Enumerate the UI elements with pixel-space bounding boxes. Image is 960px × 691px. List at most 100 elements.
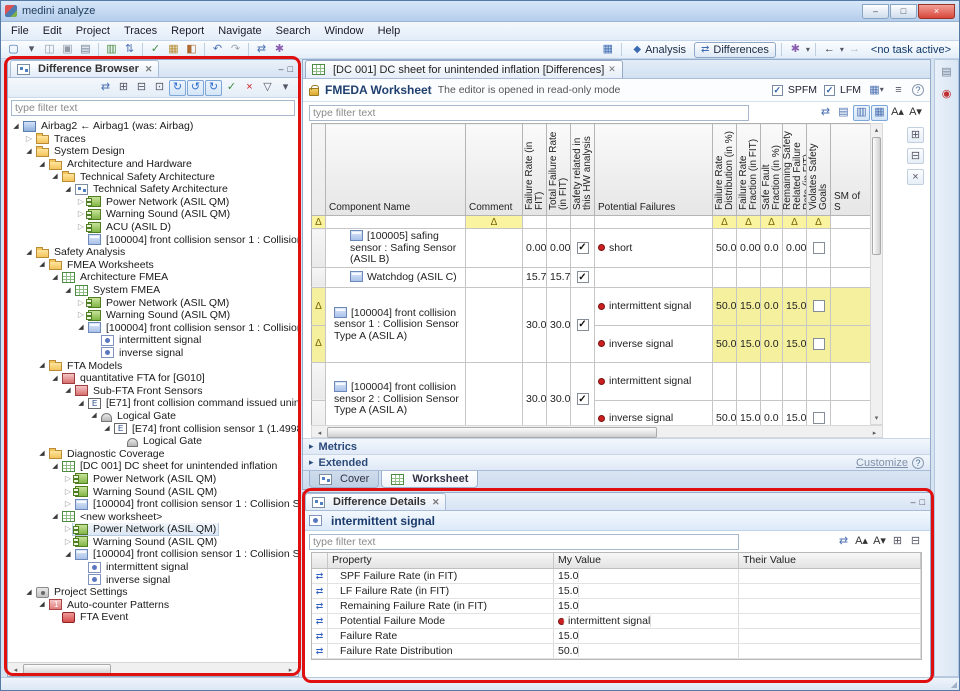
tree-item[interactable]: ◢ Architecture and Hardware — [8, 158, 298, 171]
expand-all-icon[interactable]: ⊞ — [115, 80, 132, 96]
perspective-analysis[interactable]: ◆ Analysis — [627, 43, 692, 57]
tree-expand-arrow[interactable]: ◢ — [37, 161, 47, 168]
property-row[interactable]: ⇄ Potential Failure Mode intermittent si… — [312, 614, 921, 629]
worksheet-vertical-scrollbar[interactable]: ▴ ▾ — [870, 123, 883, 425]
tree-expand-arrow[interactable]: ▷ — [76, 198, 86, 206]
open-perspective-icon[interactable]: ▦ — [599, 42, 616, 58]
font-increase-icon[interactable]: A▴ — [889, 105, 906, 121]
property-row[interactable]: ⇄ Failure Rate 15.0 — [312, 629, 921, 644]
maximize-button[interactable]: □ — [890, 4, 917, 19]
collapse-all-icon[interactable]: ⊟ — [133, 80, 150, 96]
safety-related-checkbox[interactable]: ✓ — [577, 271, 589, 283]
link-selection-icon[interactable]: ⇄ — [835, 534, 852, 550]
close-editor-icon[interactable]: ✕ — [608, 64, 616, 75]
wand-dropdown-icon[interactable]: ▾ — [806, 46, 810, 54]
violates-checkbox[interactable] — [813, 300, 825, 312]
tree-item[interactable]: inverse signal — [8, 573, 298, 586]
tree-item[interactable]: ▷ Warning Sound (ASIL QM) — [8, 309, 298, 322]
wand-icon[interactable]: ✱ — [787, 42, 804, 58]
tree-expand-arrow[interactable]: ◢ — [50, 463, 60, 470]
tree-horizontal-scrollbar[interactable]: ◂ ▸ — [8, 662, 298, 676]
col-failure-rate[interactable]: Failure Rate (in FIT) — [523, 124, 547, 216]
font-increase-icon[interactable]: A▴ — [853, 534, 870, 550]
synchronize-icon[interactable]: ⇄ — [97, 80, 114, 96]
tree-expand-arrow[interactable]: ◢ — [50, 513, 60, 520]
menu-edit[interactable]: Edit — [36, 23, 69, 39]
back-dropdown-icon[interactable]: ▾ — [840, 46, 844, 54]
scrollbar-thumb[interactable] — [872, 137, 881, 255]
tree-expand-arrow[interactable]: ◢ — [37, 601, 47, 608]
tree-item[interactable]: ◢ <new worksheet> — [8, 510, 298, 523]
tree-item[interactable]: [100004] front collision sensor 1 : Coll… — [8, 233, 298, 246]
remove-difference-icon[interactable]: × — [241, 80, 258, 96]
tree-item[interactable]: ◢ Project Settings — [8, 586, 298, 599]
tree-expand-arrow[interactable]: ▷ — [76, 299, 86, 307]
menu-project[interactable]: Project — [69, 23, 117, 39]
tree-expand-arrow[interactable]: ◢ — [76, 324, 86, 331]
tree-expand-arrow[interactable]: ◢ — [63, 287, 73, 294]
collapse-rows-icon[interactable]: ⊟ — [907, 148, 924, 164]
scroll-up-icon[interactable]: ▴ — [871, 124, 882, 136]
col-remaining-failure-rate[interactable]: Remaining Safety Related Failure Rate (i… — [783, 124, 807, 216]
restore-view-icon[interactable]: ▤ — [938, 64, 955, 80]
clear-filter-icon[interactable]: × — [907, 169, 924, 185]
report-icon[interactable]: ▥ — [103, 42, 120, 58]
tree-item[interactable]: ▷ Warning Sound (ASIL QM) — [8, 208, 298, 221]
tree-item[interactable]: ◢ Safety Analysis — [8, 246, 298, 259]
tab-difference-details[interactable]: Difference Details ✕ — [305, 493, 446, 510]
menu-search[interactable]: Search — [269, 23, 318, 39]
tree-item[interactable]: ◢ [E74] front collision sensor 1 (1.4998… — [8, 422, 298, 435]
safety-related-checkbox[interactable]: ✓ — [577, 242, 589, 254]
violates-checkbox[interactable] — [813, 412, 825, 424]
tree-expand-arrow[interactable]: ▷ — [63, 475, 73, 483]
tree-item[interactable]: ◢ Technical Safety Architecture — [8, 170, 298, 183]
tree-expand-arrow[interactable]: ◢ — [63, 551, 73, 558]
menu-file[interactable]: File — [4, 23, 36, 39]
next-difference-icon[interactable]: ↻ — [169, 80, 186, 96]
maximize-view-icon[interactable]: □ — [920, 496, 925, 508]
tree-item[interactable]: ▷ Power Network (ASIL QM) — [8, 473, 298, 486]
tree-item[interactable]: ◢ System FMEA — [8, 284, 298, 297]
menu-report[interactable]: Report — [164, 23, 211, 39]
tree-item[interactable]: ◢ [100004] front collision sensor 1 : Co… — [8, 322, 298, 335]
tree-expand-arrow[interactable]: ▷ — [63, 525, 73, 533]
property-row[interactable]: ⇄ LF Failure Rate (in FIT) 15.0 — [312, 584, 921, 599]
menu-navigate[interactable]: Navigate — [211, 23, 268, 39]
scroll-down-icon[interactable]: ▾ — [871, 412, 882, 424]
tree-expand-arrow[interactable]: ▷ — [76, 311, 86, 319]
tree-expand-arrow[interactable]: ◢ — [76, 400, 86, 407]
safety-related-checkbox[interactable]: ✓ — [577, 393, 589, 405]
font-decrease-icon[interactable]: A▾ — [907, 105, 924, 121]
table-row-safing-sensor[interactable]: [100005] safing sensor : Safing Sensor (… — [312, 229, 871, 268]
previous-difference-icon[interactable]: ↺ — [187, 80, 204, 96]
tree-item[interactable]: ▷ Power Network (ASIL QM) — [8, 523, 298, 536]
view-mode-icon[interactable]: ▦▾ — [868, 82, 885, 98]
col-total-failure-rate[interactable]: Total Failure Rate (in FIT) — [547, 124, 571, 216]
validate-icon[interactable]: ✓ — [147, 42, 164, 58]
property-row[interactable]: ⇄ Failure Rate Distribution 50.0 — [312, 644, 921, 659]
tree-expand-arrow[interactable]: ◢ — [50, 173, 60, 180]
col-potential-failures[interactable]: Potential Failures — [595, 124, 713, 216]
tree-item[interactable]: ▷ Warning Sound (ASIL QM) — [8, 485, 298, 498]
database-icon[interactable]: ◧ — [183, 42, 200, 58]
scroll-left-icon[interactable]: ◂ — [9, 664, 22, 675]
resize-grip-icon[interactable]: ◢ — [951, 680, 957, 689]
col-component-name[interactable]: Component Name — [326, 124, 466, 216]
save-icon[interactable]: ◫ — [41, 42, 58, 58]
expand-all-icon[interactable]: ⊞ — [889, 534, 906, 550]
tree-item[interactable]: ▷ Warning Sound (ASIL QM) — [8, 536, 298, 549]
tree-item[interactable]: intermittent signal — [8, 561, 298, 574]
tree-expand-arrow[interactable]: ▷ — [76, 223, 86, 231]
tree-item[interactable]: Logical Gate — [8, 435, 298, 448]
tree-item[interactable]: ▷ [100004] front collision sensor 1 : Co… — [8, 498, 298, 511]
tree-item[interactable]: inverse signal — [8, 347, 298, 360]
tree-expand-arrow[interactable]: ▷ — [63, 488, 73, 496]
filter-resolved-icon[interactable]: ✓ — [223, 80, 240, 96]
expand-section-icon[interactable]: ▸ — [309, 457, 314, 468]
tree-item[interactable]: ◢ Sub-FTA Front Sensors — [8, 384, 298, 397]
tree-expand-arrow[interactable]: ◢ — [89, 412, 99, 419]
menu-traces[interactable]: Traces — [117, 23, 164, 39]
minimize-button[interactable]: – — [862, 4, 889, 19]
merge-difference-icon[interactable]: ↻ — [205, 80, 222, 96]
active-task-label[interactable]: <no task active> — [871, 44, 951, 56]
